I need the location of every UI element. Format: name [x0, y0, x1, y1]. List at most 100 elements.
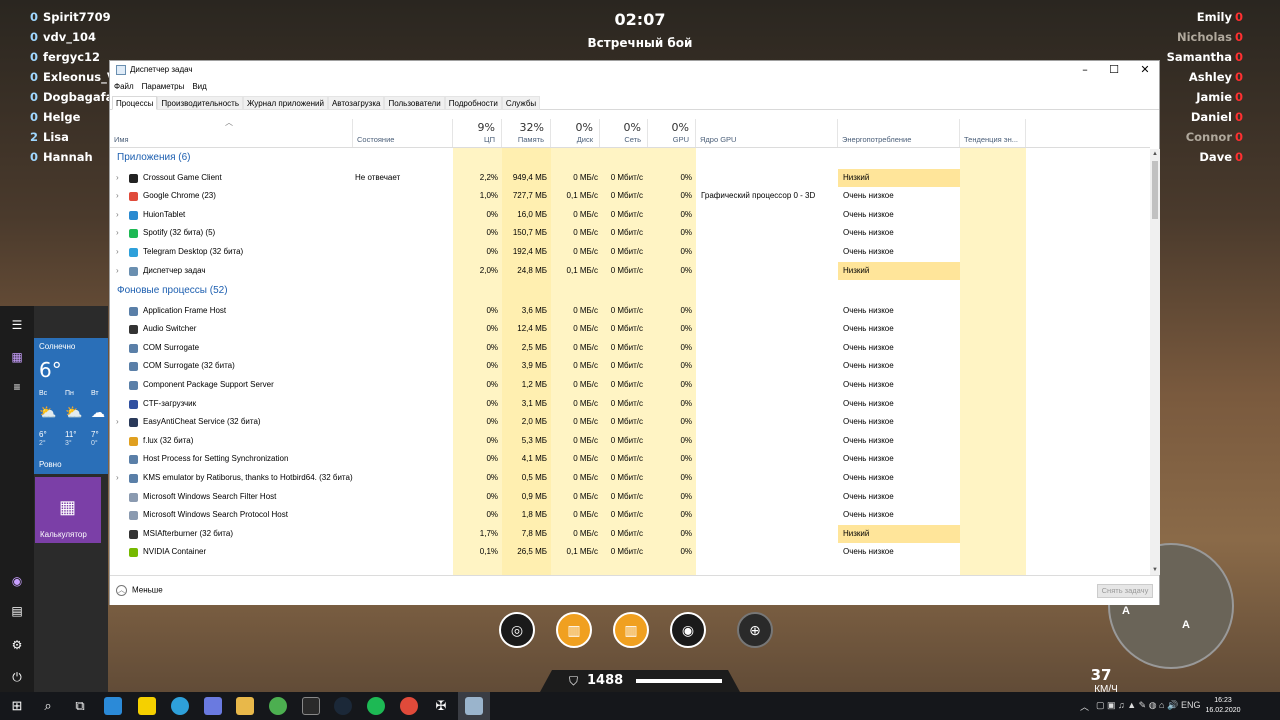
tray-overflow-icon[interactable]: ︿ [1080, 700, 1089, 713]
maximize-button[interactable]: ☐ [1099, 62, 1129, 78]
process-row[interactable]: COM Surrogate 0% 2,5 МБ 0 МБ/с 0 Мбит/с 0% Оче… [110, 339, 1150, 358]
process-row[interactable]: Microsoft Windows Search Protocol Host 0%… [110, 506, 1150, 525]
fewer-details-button[interactable]: ︿ Меньше [116, 585, 163, 596]
column-header-power[interactable]: Энергопотребление [838, 119, 960, 147]
title-bar[interactable]: Диспетчер задач – ☐ ✕ [110, 61, 1159, 79]
sticky-notes-icon[interactable] [138, 697, 156, 715]
expand-chevron-icon[interactable]: › [116, 262, 122, 281]
process-row[interactable]: › Google Chrome (23) 1,0% 727,7 МБ 0,1 МБ/с 0… [110, 187, 1150, 206]
system-clock[interactable]: 16:23 16.02.2020 [1200, 696, 1246, 716]
task-manager-icon[interactable] [465, 697, 483, 715]
process-row[interactable]: Microsoft Windows Search Filter Host 0% 0,… [110, 488, 1150, 507]
tab-app-history[interactable]: Журнал приложений [243, 96, 328, 110]
utorrent-icon[interactable] [269, 697, 287, 715]
menu-view[interactable]: Вид [192, 82, 206, 91]
expand-chevron-icon[interactable]: › [116, 243, 122, 262]
scroll-thumb[interactable] [1152, 161, 1158, 219]
discord-icon[interactable] [204, 697, 222, 715]
calculator-tile[interactable]: ▦ Калькулятор [35, 477, 101, 543]
process-row[interactable]: NVIDIA Container 0,1% 26,5 МБ 0,1 МБ/с 0 Мби… [110, 543, 1150, 562]
telegram-icon[interactable] [171, 697, 189, 715]
process-name: HuionTablet [143, 209, 186, 219]
column-header-name[interactable]: Имя [110, 119, 353, 147]
column-header-disk[interactable]: 0% Диск [551, 119, 600, 147]
scroll-up-icon[interactable]: ▲ [1150, 149, 1160, 159]
process-row[interactable]: MSIAfterburner (32 бита) 1,7% 7,8 МБ 0 МБ/с… [110, 524, 1150, 544]
settings-gear-icon[interactable]: ⚙ [10, 638, 24, 652]
process-row[interactable]: › HuionTablet 0% 16,0 МБ 0 МБ/с 0 Мбит/с 0% Оче… [110, 206, 1150, 225]
column-header-memory[interactable]: 32% Память [502, 119, 551, 147]
column-header-cpu[interactable]: 9% ЦП [453, 119, 502, 147]
menu-file[interactable]: Файл [114, 82, 134, 91]
documents-icon[interactable]: ▤ [10, 604, 24, 618]
epic-games-icon[interactable] [302, 697, 320, 715]
minimize-button[interactable]: – [1070, 62, 1100, 78]
process-row[interactable]: Component Package Support Server 0% 1,2 МБ… [110, 376, 1150, 395]
power-icon[interactable]: ⏻ [10, 670, 24, 684]
column-header-gpu[interactable]: 0% GPU [648, 119, 696, 147]
expand-chevron-icon[interactable]: › [116, 224, 122, 243]
expand-chevron-icon[interactable]: › [116, 413, 122, 432]
task-view-icon[interactable]: ⧉ [71, 697, 89, 715]
process-memory: 0,9 МБ [521, 491, 547, 501]
enemy-row: Ashley 0 [1188, 70, 1244, 84]
spotify-icon[interactable] [367, 697, 385, 715]
steam-icon[interactable] [334, 697, 352, 715]
process-disk: 0 МБ/с [573, 454, 598, 464]
header-divider [110, 147, 1150, 148]
tab-startup[interactable]: Автозагрузка [327, 96, 385, 110]
process-row[interactable]: › Spotify (32 бита) (5) 0% 150,7 МБ 0 МБ/с 0 … [110, 224, 1150, 243]
menu-options[interactable]: Параметры [142, 82, 185, 91]
process-row[interactable]: › Диспетчер задач 2,0% 24,8 МБ 0,1 МБ/с 0 Мби… [110, 261, 1150, 281]
process-row[interactable]: Application Frame Host 0% 3,6 МБ 0 МБ/с 0 Мб… [110, 302, 1150, 321]
windows-start-icon[interactable]: ⊞ [8, 697, 26, 715]
process-cpu: 0% [486, 228, 498, 238]
process-row[interactable]: COM Surrogate (32 бита) 0% 3,9 МБ 0 МБ/с 0 М… [110, 357, 1150, 376]
user-icon[interactable]: ◉ [10, 574, 24, 588]
process-row[interactable]: › Crossout Game Client Не отвечает 2,2% 949,… [110, 168, 1150, 188]
process-network: 0 Мбит/с [610, 228, 643, 238]
process-row[interactable]: f.lux (32 бита) 0% 5,3 МБ 0 МБ/с 0 Мбит/с 0% О… [110, 432, 1150, 451]
tray-app-icons[interactable]: ▢ ▣ ♫ ▲ ✎ ◍ ⌂ 🔊 [1096, 700, 1178, 711]
group-header-apps[interactable]: Приложения (6) [117, 149, 191, 167]
process-row[interactable]: › Telegram Desktop (32 бита) 0% 192,4 МБ 0 М… [110, 243, 1150, 262]
tiles-icon[interactable]: ▦ [10, 350, 24, 364]
expand-chevron-icon[interactable]: › [116, 169, 122, 188]
process-row[interactable]: › KMS emulator by Ratiborus, thanks to Ho… [110, 469, 1150, 488]
expand-chevron-icon[interactable]: › [116, 206, 122, 225]
process-row[interactable]: Audio Switcher 0% 12,4 МБ 0 МБ/с 0 Мбит/с 0% О… [110, 320, 1150, 339]
column-header-status[interactable]: Состояние [353, 119, 453, 147]
tab-performance[interactable]: Производительность [157, 96, 243, 110]
tab-users[interactable]: Пользователи [384, 96, 445, 110]
column-header-power-trend[interactable]: Тенденция эн... [960, 119, 1026, 147]
search-icon[interactable]: ⌕ [39, 697, 57, 715]
file-explorer-icon[interactable] [236, 697, 254, 715]
expand-chevron-icon[interactable]: › [116, 469, 122, 488]
weather-tile[interactable]: Солнечно 6° Вс Пн Вт ⛅ ⛅ ☁ 6° 11° 7° 2° 3° 0° Ро… [34, 338, 108, 474]
end-task-button[interactable]: Снять задачу [1097, 584, 1153, 598]
column-header-network[interactable]: 0% Сеть [600, 119, 648, 147]
process-row[interactable]: › EasyAntiCheat Service (32 бита) 0% 2,0 МБ… [110, 413, 1150, 432]
chrome-icon[interactable] [400, 697, 418, 715]
process-cpu: 1,0% [479, 191, 498, 201]
process-disk: 0,1 МБ/с [566, 547, 598, 557]
process-status: Не отвечает [355, 172, 401, 182]
scroll-down-icon[interactable]: ▼ [1150, 565, 1160, 575]
tab-services[interactable]: Службы [501, 96, 541, 110]
crossout-icon[interactable]: ✠ [432, 697, 450, 715]
group-header-background[interactable]: Фоновые процессы (52) [117, 282, 228, 300]
vertical-scrollbar[interactable]: ▲ ▼ [1150, 149, 1160, 575]
process-gpu: 0% [680, 265, 692, 275]
tab-processes[interactable]: Процессы [112, 96, 158, 110]
input-language[interactable]: ENG [1181, 700, 1201, 710]
expand-chevron-icon[interactable]: › [116, 187, 122, 206]
hamburger-menu-icon[interactable]: ☰ [10, 318, 24, 332]
all-apps-icon[interactable]: ≡ [10, 380, 24, 394]
process-row[interactable]: CTF-загрузчик 0% 3,1 МБ 0 МБ/с 0 Мбит/с 0% Оче… [110, 395, 1150, 414]
process-row[interactable]: Host Process for Setting Synchronization… [110, 450, 1150, 469]
tab-details[interactable]: Подробности [444, 96, 502, 110]
close-button[interactable]: ✕ [1130, 62, 1160, 78]
player-row: 0 vdv_104 [30, 30, 96, 44]
store-icon[interactable] [104, 697, 122, 715]
column-header-gpu-engine[interactable]: Ядро GPU [696, 119, 838, 147]
